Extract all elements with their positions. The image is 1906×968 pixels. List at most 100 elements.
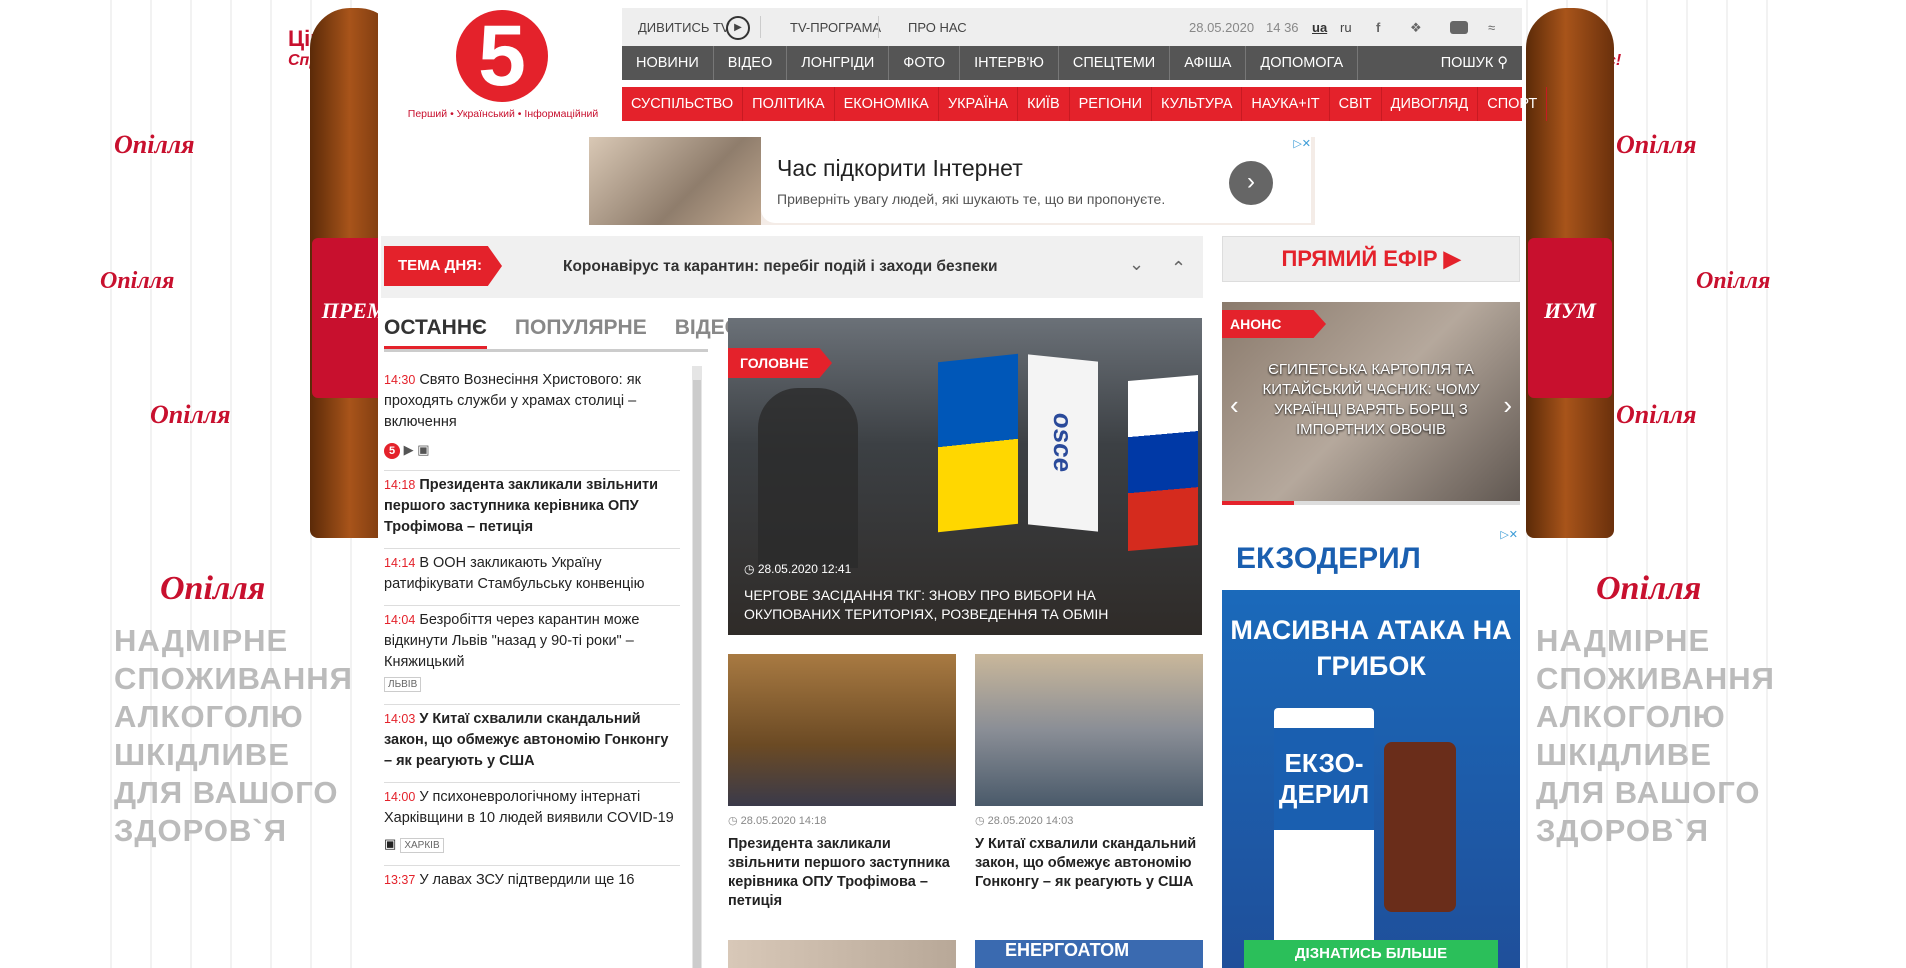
feed-item[interactable]: 14:00 У психоневрологічному інтернаті Ха…	[384, 783, 680, 866]
feed-item[interactable]: 14:14 В ООН закликають Україну ратифікув…	[384, 549, 680, 606]
main-nav: Новини Відео Лонгріди Фото Інтерв'ю Спец…	[622, 46, 1522, 80]
scrollbar-thumb[interactable]	[693, 380, 701, 968]
feed-item[interactable]: 13:37 У лавах ЗСУ підтвердили ще 16	[384, 866, 680, 901]
brand-logo: Опілля	[114, 130, 195, 159]
category-item[interactable]: Економіка	[835, 87, 939, 121]
top-bar: ДИВИТИСЬ TV ▶ TV-ПРОГРАМА ПРО НАС 28.05.…	[622, 8, 1522, 46]
channel-5-icon: 5	[384, 443, 400, 459]
category-item[interactable]: Україна	[939, 87, 1019, 121]
category-item[interactable]: Суспільство	[622, 87, 744, 121]
nav-item[interactable]: Відео	[714, 46, 788, 80]
feed-title[interactable]: Свято Вознесіння Христового: як проходят…	[384, 372, 641, 430]
feed-scrollbar[interactable]	[692, 366, 702, 968]
rss-icon[interactable]: ≈	[1488, 20, 1495, 35]
warning-line: для вашого здоров`я	[114, 775, 339, 848]
category-item[interactable]: Регіони	[1070, 87, 1153, 121]
category-item[interactable]: Наука+IT	[1242, 87, 1330, 121]
youtube-icon[interactable]	[1450, 21, 1468, 34]
feed-time: 14:04	[384, 613, 416, 627]
live-broadcast-button[interactable]: ПРЯМИЙ ЕФІР ▶	[1222, 236, 1520, 282]
watch-tv-link[interactable]: ДИВИТИСЬ TV	[638, 20, 730, 35]
announcement-text[interactable]: Єгипетська картопля та китайський часник…	[1252, 360, 1490, 440]
search-icon: ⚲	[1497, 55, 1508, 71]
region-tag[interactable]: ХАРКІВ	[400, 838, 444, 853]
feed-time: 13:37	[384, 873, 416, 887]
tv-program-link[interactable]: TV-ПРОГРАМА	[790, 20, 881, 35]
warning-line: для вашого здоров`я	[1536, 775, 1761, 848]
ad-close-icon[interactable]: ▷✕	[1500, 528, 1518, 541]
chevron-left-icon[interactable]: ‹	[1230, 390, 1239, 421]
category-item[interactable]: Політика	[743, 87, 835, 121]
play-icon[interactable]: ▶	[726, 16, 750, 40]
announcement-slider[interactable]: АНОНС Єгипетська картопля та китайський …	[1222, 302, 1520, 505]
ad-headline: МАСИВНА АТАКА НА ГРИБОК	[1230, 615, 1512, 681]
main-date: ◷ 28.05.2020 12:41	[744, 562, 851, 576]
feed-title[interactable]: Президента закликали звільнити першого з…	[384, 477, 658, 535]
card-image[interactable]	[728, 940, 956, 968]
lang-ua[interactable]: ua	[1312, 20, 1327, 35]
card-title[interactable]: У Китаї схвалили скандальний закон, що о…	[975, 835, 1203, 892]
nav-item[interactable]: Фото	[889, 46, 961, 80]
nav-item[interactable]: Лонгріди	[787, 46, 890, 80]
warning-line: алкоголю шкідливе	[1536, 699, 1726, 772]
sidebar-ad[interactable]: ЕКЗОДЕРИЛ МАСИВНА АТАКА НА ГРИБОК ЕКЗО-Д…	[1222, 528, 1520, 968]
feed-title[interactable]: У Китаї схвалили скандальний закон, що о…	[384, 711, 668, 769]
learn-more-button[interactable]: ДІЗНАТИСЬ БІЛЬШЕ	[1244, 940, 1498, 968]
ad-brand: ЕКЗОДЕРИЛ	[1236, 542, 1421, 575]
banner-ad[interactable]: Час підкорити Інтернет Приверніть увагу …	[589, 137, 1315, 225]
channel-logo[interactable]: 5	[456, 10, 548, 102]
news-card[interactable]: ◷ 28.05.2020 14:03 У Китаї схвалили скан…	[975, 654, 1203, 892]
chevron-down-icon[interactable]: ⌄	[1129, 254, 1144, 275]
about-link[interactable]: ПРО НАС	[908, 20, 967, 35]
feed-title[interactable]: Безробіття через карантин може відкинути…	[384, 612, 639, 670]
news-card[interactable]: ◷ 28.05.2020 14:18 Президента закликали …	[728, 654, 956, 911]
brand-logo: Опілля	[1616, 400, 1697, 429]
main-story[interactable]: osce ГОЛОВНЕ ◷ 28.05.2020 12:41 Чергове …	[728, 318, 1202, 635]
category-item[interactable]: Спорт	[1478, 87, 1548, 121]
twitter-icon[interactable]: ❖	[1410, 20, 1422, 36]
current-time: 14 36	[1266, 20, 1299, 35]
category-item[interactable]: Київ	[1018, 87, 1070, 121]
feed-item[interactable]: 14:04 Безробіття через карантин може від…	[384, 606, 680, 705]
nav-item[interactable]: Інтерв'ю	[960, 46, 1059, 80]
chevron-up-icon[interactable]: ⌃	[1171, 258, 1186, 279]
facebook-icon[interactable]: f	[1376, 20, 1380, 35]
feed-item[interactable]: 14:03 У Китаї схвалили скандальний закон…	[384, 705, 680, 783]
card-title[interactable]: Президента закликали звільнити першого з…	[728, 835, 956, 911]
nav-item[interactable]: Новини	[622, 46, 714, 80]
side-ad-left[interactable]: ЦінуйСправжнє! Опілля Опілля Опілля Опіл…	[100, 0, 398, 968]
product-pack: ЕКЗО-ДЕРИЛ	[1274, 708, 1374, 944]
side-ad-right[interactable]: ЦінуйСправжнє! Опілля Опілля Опілля Опіл…	[1526, 0, 1796, 968]
lang-ru[interactable]: ru	[1340, 20, 1352, 35]
feed-time: 14:30	[384, 373, 416, 387]
feed-title[interactable]: У лавах ЗСУ підтвердили ще 16	[419, 872, 634, 888]
feed-item[interactable]: 14:30 Свято Вознесіння Христового: як пр…	[384, 366, 680, 471]
tab-latest[interactable]: ОСТАННЄ	[384, 316, 487, 349]
announcement-label: АНОНС	[1222, 310, 1326, 338]
nav-item[interactable]: Спецтеми	[1059, 46, 1171, 80]
nav-item[interactable]: Афіша	[1170, 46, 1247, 80]
card-image[interactable]: ЕНЕРГОАТОМ	[975, 940, 1203, 968]
tab-popular[interactable]: ПОПУЛЯРНЕ	[515, 316, 647, 349]
category-item[interactable]: Світ	[1330, 87, 1382, 121]
news-feed: 14:30 Свято Вознесіння Христового: як пр…	[384, 366, 680, 901]
topic-text[interactable]: Коронавірус та карантин: перебіг подій і…	[563, 258, 998, 276]
topic-of-day[interactable]: ТЕМА ДНЯ: Коронавірус та карантин: переб…	[381, 236, 1203, 298]
chevron-right-icon[interactable]: ›	[1503, 390, 1512, 421]
category-item[interactable]: Культура	[1152, 87, 1243, 121]
soldier-silhouette	[758, 388, 858, 568]
card-date: ◷ 28.05.2020 14:03	[975, 814, 1203, 827]
flag-osce: osce	[1028, 354, 1098, 532]
feed-item[interactable]: 14:18 Президента закликали звільнити пер…	[384, 471, 680, 549]
category-item[interactable]: Дивогляд	[1382, 87, 1479, 121]
ad-close-icon[interactable]: ▷✕	[1293, 137, 1311, 150]
search-button[interactable]: ПОШУК ⚲	[1427, 46, 1522, 80]
pack-label: ЕКЗО-ДЕРИЛ	[1274, 728, 1374, 830]
main-caption[interactable]: Чергове засідання ТКГ: знову про вибори …	[744, 586, 1184, 624]
card-date-text: 28.05.2020 14:18	[740, 815, 827, 827]
nav-item[interactable]: Допомога	[1246, 46, 1359, 80]
feed-title[interactable]: В ООН закликають Україну ратифікувати Ст…	[384, 555, 644, 592]
feed-title[interactable]: У психоневрологічному інтернаті Харківщи…	[384, 789, 674, 826]
chevron-right-icon[interactable]: ›	[1229, 161, 1273, 205]
region-tag[interactable]: ЛЬВІВ	[384, 677, 422, 692]
